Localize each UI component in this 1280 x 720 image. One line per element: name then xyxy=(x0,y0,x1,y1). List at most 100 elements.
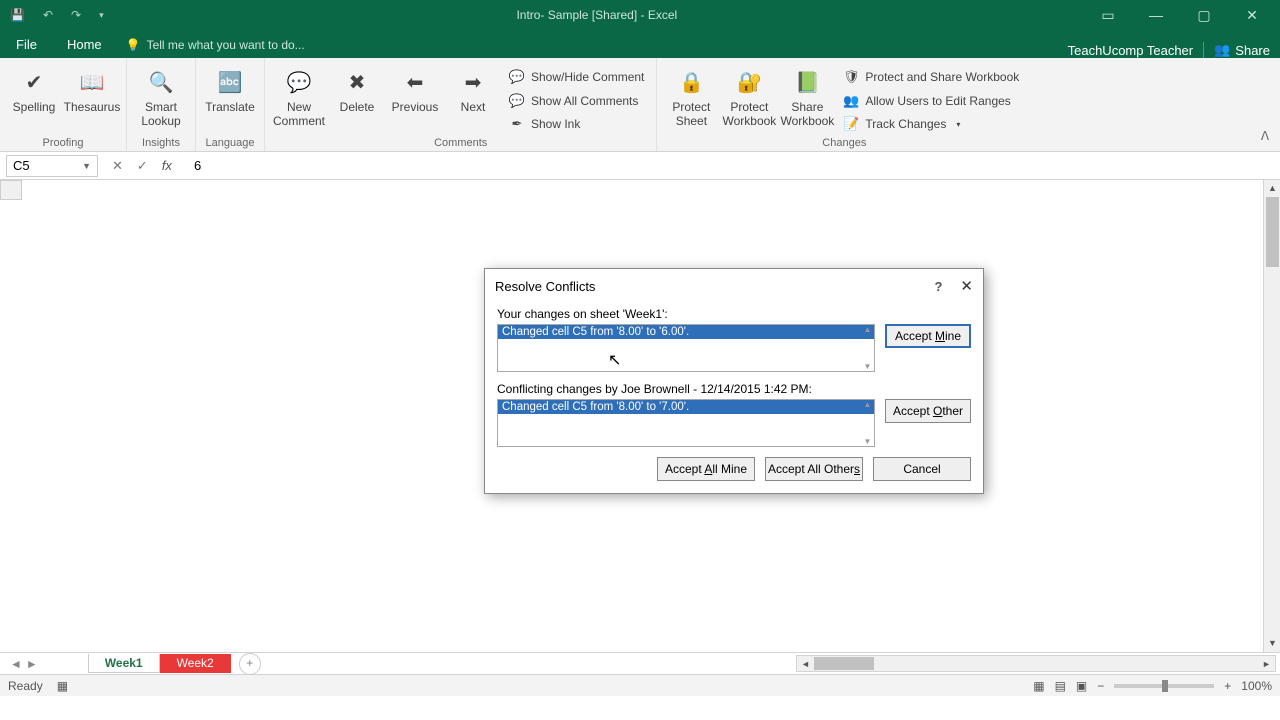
comment-icon: 💬 xyxy=(509,69,525,85)
cancel-formula-icon[interactable]: ✕ xyxy=(112,158,123,174)
formula-input[interactable]: 6 xyxy=(186,158,1280,173)
qat-customize-icon[interactable]: ▾ xyxy=(99,10,104,21)
your-change-item[interactable]: Changed cell C5 from '8.00' to '6.00'. xyxy=(498,325,874,339)
translate-button[interactable]: 🔤Translate xyxy=(204,62,256,135)
scroll-down-icon[interactable]: ▼ xyxy=(1264,635,1280,652)
scroll-right-icon[interactable]: ► xyxy=(1258,659,1275,669)
view-normal-icon[interactable]: ▦ xyxy=(1033,679,1044,693)
status-bar: Ready ▦ ▦ ▤ ▣ − + 100% xyxy=(0,674,1280,696)
maximize-icon[interactable]: ▢ xyxy=(1186,7,1222,24)
vertical-scrollbar[interactable]: ▲ ▼ xyxy=(1263,180,1280,652)
thesaurus-icon: 📖 xyxy=(76,66,108,98)
tell-me-search[interactable]: 💡 Tell me what you want to do... xyxy=(116,32,315,58)
delete-comment-button[interactable]: ✖Delete xyxy=(331,62,383,135)
select-all-corner[interactable] xyxy=(0,180,22,200)
hscroll-thumb[interactable] xyxy=(814,657,874,670)
group-proofing: ✔Spelling 📖Thesaurus Proofing xyxy=(0,58,127,151)
scroll-thumb[interactable] xyxy=(1266,197,1279,267)
sheet-nav-prev-icon[interactable]: ◄ xyxy=(10,657,22,671)
view-page-layout-icon[interactable]: ▤ xyxy=(1055,679,1066,693)
protect-share-button[interactable]: 🛡Protect and Share Workbook xyxy=(839,66,1023,88)
help-icon[interactable]: ? xyxy=(934,279,942,294)
new-comment-button[interactable]: 💬New Comment xyxy=(273,62,325,135)
share-icon: 👥 xyxy=(1214,42,1230,58)
other-changes-listbox[interactable]: Changed cell C5 from '8.00' to '7.00'. ▲… xyxy=(497,399,875,447)
allow-edit-icon: 👥 xyxy=(843,93,859,109)
track-changes-button[interactable]: 📝Track Changes▾ xyxy=(839,113,1023,135)
zoom-slider[interactable] xyxy=(1114,684,1214,688)
undo-icon[interactable]: ↶ xyxy=(43,8,53,22)
comments-icon: 💬 xyxy=(509,93,525,109)
name-box[interactable]: C5 ▼ xyxy=(6,155,98,177)
new-comment-icon: 💬 xyxy=(283,66,315,98)
close-icon[interactable]: ✕ xyxy=(960,277,973,295)
protect-sheet-button[interactable]: 🔒Protect Sheet xyxy=(665,62,717,135)
sheet-tab-bar: ◄ ► Week1 Week2 + ◄ ► xyxy=(0,652,1280,674)
fx-icon[interactable]: fx xyxy=(162,158,172,173)
accept-mine-button[interactable]: Accept Mine xyxy=(885,324,971,348)
protect-workbook-button[interactable]: 🔐Protect Workbook xyxy=(723,62,775,135)
file-tab[interactable]: File xyxy=(0,31,53,58)
enter-formula-icon[interactable]: ✓ xyxy=(137,158,148,174)
allow-edit-button[interactable]: 👥Allow Users to Edit Ranges xyxy=(839,90,1023,112)
macro-record-icon[interactable]: ▦ xyxy=(57,679,68,693)
new-sheet-button[interactable]: + xyxy=(239,653,261,675)
save-icon[interactable]: 💾 xyxy=(10,8,25,22)
sheet-lock-icon: 🔒 xyxy=(675,66,707,98)
share-workbook-icon: 📗 xyxy=(791,66,823,98)
ink-icon: ✒ xyxy=(509,116,525,132)
formula-bar: C5 ▼ ✕ ✓ fx 6 xyxy=(0,152,1280,180)
close-window-icon[interactable]: ✕ xyxy=(1234,7,1270,24)
smart-lookup-button[interactable]: 🔍Smart Lookup xyxy=(135,62,187,135)
zoom-out-icon[interactable]: − xyxy=(1097,679,1104,693)
thesaurus-button[interactable]: 📖Thesaurus xyxy=(66,62,118,135)
window-title: Intro- Sample [Shared] - Excel xyxy=(104,8,1090,22)
next-icon: ➡ xyxy=(457,66,489,98)
group-insights: 🔍Smart Lookup Insights xyxy=(127,58,196,151)
your-changes-listbox[interactable]: Changed cell C5 from '8.00' to '6.00'. ▲… xyxy=(497,324,875,372)
account-name[interactable]: TeachUcomp Teacher xyxy=(1068,43,1194,58)
track-changes-icon: 📝 xyxy=(843,116,859,132)
sheet-tab-week1[interactable]: Week1 xyxy=(88,654,160,673)
search-icon: 🔍 xyxy=(145,66,177,98)
zoom-level[interactable]: 100% xyxy=(1241,679,1272,693)
spelling-icon: ✔ xyxy=(18,66,50,98)
group-comments: 💬New Comment ✖Delete ⬅Previous ➡Next 💬Sh… xyxy=(265,58,657,151)
previous-comment-button[interactable]: ⬅Previous xyxy=(389,62,441,135)
spelling-button[interactable]: ✔Spelling xyxy=(8,62,60,135)
sheet-tab-week2[interactable]: Week2 xyxy=(160,654,231,673)
previous-icon: ⬅ xyxy=(399,66,431,98)
ribbon-display-icon[interactable]: ▭ xyxy=(1090,7,1126,24)
cancel-button[interactable]: Cancel xyxy=(873,457,971,481)
horizontal-scrollbar[interactable]: ◄ ► xyxy=(796,655,1276,672)
workbook-lock-icon: 🔐 xyxy=(733,66,765,98)
tab-home[interactable]: Home xyxy=(53,31,116,58)
lightbulb-icon: 💡 xyxy=(126,38,141,52)
other-change-item[interactable]: Changed cell C5 from '8.00' to '7.00'. xyxy=(498,400,874,414)
share-workbook-button[interactable]: 📗Share Workbook xyxy=(781,62,833,135)
scroll-up-icon[interactable]: ▲ xyxy=(1264,180,1280,197)
dialog-title: Resolve Conflicts xyxy=(495,279,595,294)
title-bar: 💾 ↶ ↷ ▾ Intro- Sample [Shared] - Excel ▭… xyxy=(0,0,1280,30)
accept-all-others-button[interactable]: Accept All Others xyxy=(765,457,863,481)
collapse-ribbon-icon[interactable]: ᐱ xyxy=(1256,129,1274,147)
accept-all-mine-button[interactable]: Accept All Mine xyxy=(657,457,755,481)
show-hide-comment-button[interactable]: 💬Show/Hide Comment xyxy=(505,66,648,88)
scroll-left-icon[interactable]: ◄ xyxy=(797,659,814,669)
show-all-comments-button[interactable]: 💬Show All Comments xyxy=(505,90,648,112)
accept-other-button[interactable]: Accept Other xyxy=(885,399,971,423)
chevron-down-icon[interactable]: ▼ xyxy=(82,161,91,171)
sheet-nav-next-icon[interactable]: ► xyxy=(26,657,38,671)
redo-icon[interactable]: ↷ xyxy=(71,8,81,22)
share-button[interactable]: 👥 Share xyxy=(1203,42,1270,58)
show-ink-button[interactable]: ✒Show Ink xyxy=(505,113,648,135)
next-comment-button[interactable]: ➡Next xyxy=(447,62,499,135)
view-page-break-icon[interactable]: ▣ xyxy=(1076,679,1087,693)
ribbon-tabs: File Home 💡 Tell me what you want to do.… xyxy=(0,30,1280,58)
zoom-in-icon[interactable]: + xyxy=(1224,679,1231,693)
conflicting-changes-label: Conflicting changes by Joe Brownell - 12… xyxy=(497,382,971,396)
translate-icon: 🔤 xyxy=(214,66,246,98)
minimize-icon[interactable]: — xyxy=(1138,7,1174,24)
status-ready: Ready xyxy=(8,679,43,693)
resolve-conflicts-dialog: Resolve Conflicts ? ✕ Your changes on sh… xyxy=(484,268,984,494)
